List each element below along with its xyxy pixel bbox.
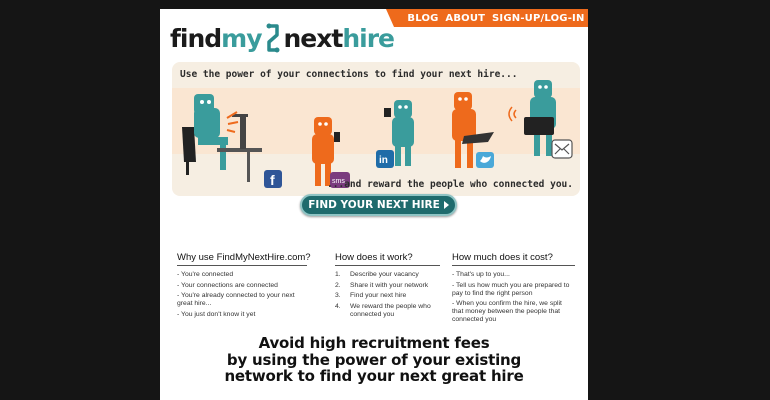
step-text: Find your next hire — [350, 292, 407, 299]
how-step: 3. Find your next hire — [335, 292, 440, 300]
facebook-icon: f — [264, 170, 282, 188]
cost-heading: How much does it cost? — [452, 252, 575, 266]
step-number: 3. — [335, 292, 341, 299]
logo-word-next: next — [283, 23, 344, 53]
logo-word-my: my — [221, 23, 262, 53]
step-number: 1. — [335, 271, 341, 278]
linkedin-icon: in — [376, 150, 394, 168]
how-step: 2. Share it with your network — [335, 282, 440, 290]
cost-item: - When you confirm the hire, we split th… — [452, 300, 562, 323]
why-section: Why use FindMyNextHire.com? - You're con… — [177, 252, 311, 321]
why-item: - You're already connected to your next … — [177, 292, 295, 307]
cost-section: How much does it cost? - That's up to yo… — [452, 252, 575, 327]
person-at-computer — [182, 94, 262, 182]
cost-item: - Tell us how much you are prepared to p… — [452, 281, 570, 297]
bottom-tagline: Avoid high recruitment fees by using the… — [160, 335, 588, 385]
step-text: Describe your vacancy — [350, 271, 419, 278]
person-reading-laptop — [508, 80, 556, 156]
svg-text:in: in — [379, 155, 388, 166]
bottom-line: by using the power of your existing — [226, 350, 522, 369]
email-icon — [551, 139, 573, 159]
how-section: How does it work? 1. Describe your vacanc… — [335, 252, 440, 321]
why-item: - You just don't know it yet — [177, 310, 256, 318]
find-your-next-hire-button[interactable]: FIND YOUR NEXT HIRE — [300, 194, 457, 216]
step-text: Share it with your network — [350, 281, 429, 289]
arrow-right-icon — [443, 201, 449, 209]
why-item: - You're connected — [177, 271, 234, 278]
logo-word-find: find — [170, 23, 222, 53]
bottom-line: Avoid high recruitment fees — [258, 334, 490, 352]
step-number: 2. — [335, 281, 341, 289]
why-item: - Your connections are connected — [177, 281, 278, 289]
why-heading: Why use FindMyNextHire.com? — [177, 252, 311, 266]
page: find my next hire BLOG ABOUT SIGN-UP/LOG… — [160, 9, 588, 400]
bottom-line: network to find your next great hire — [224, 367, 524, 385]
nav-link-blog[interactable]: BLOG — [407, 13, 438, 24]
cta-label: FIND YOUR NEXT HIRE — [308, 199, 440, 211]
how-step: 1. Describe your vacancy — [335, 271, 440, 279]
how-step: 4. We reward the people who connected you — [335, 303, 440, 319]
people-illustration: f sms in — [182, 80, 573, 188]
nav-link-about[interactable]: ABOUT — [445, 13, 485, 24]
svg-text:f: f — [270, 172, 275, 188]
banner-reward-text: ...and reward the people who connected y… — [327, 179, 573, 190]
site-logo[interactable]: find my next hire — [170, 21, 395, 55]
step-text: We reward the people who connected you — [350, 302, 431, 318]
step-number: 4. — [335, 302, 341, 310]
top-nav: BLOG ABOUT SIGN-UP/LOG-IN — [386, 9, 588, 27]
nav-link-signup-login[interactable]: SIGN-UP/LOG-IN — [492, 13, 585, 24]
how-heading: How does it work? — [335, 252, 440, 266]
twitter-icon — [476, 152, 494, 168]
cost-item: - That's up to you... — [452, 271, 510, 278]
logo-word-hire: hire — [342, 23, 395, 53]
hero-banner: Use the power of your connections to fin… — [172, 62, 580, 196]
chain-link-icon — [266, 23, 279, 53]
